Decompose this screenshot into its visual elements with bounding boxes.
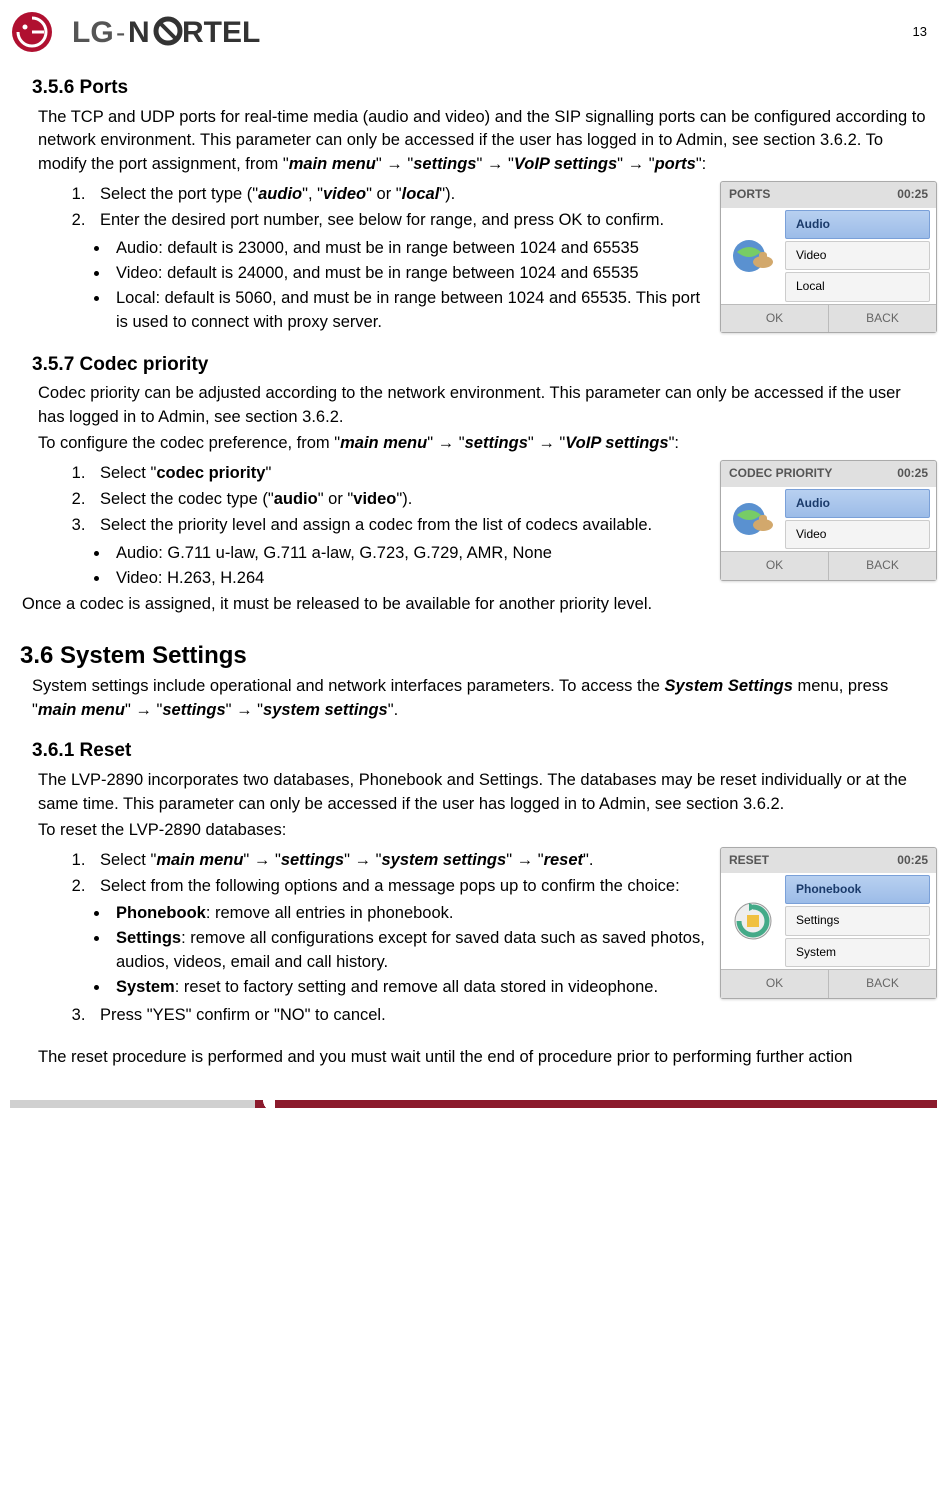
codec-widget-time: 00:25: [897, 465, 928, 482]
ports-item-video[interactable]: Video: [785, 241, 930, 270]
reset-item-phonebook[interactable]: Phonebook: [785, 875, 930, 904]
reset-ok-button[interactable]: OK: [721, 969, 829, 997]
heading-356: 3.5.6 Ports: [32, 74, 937, 102]
heading-361: 3.6.1 Reset: [32, 737, 937, 765]
globe-icon: [721, 208, 785, 304]
step-361-1: Select "main menu" → "settings" → "syste…: [90, 849, 712, 873]
tail-361: The reset procedure is performed and you…: [38, 1046, 927, 1070]
ports-ok-button[interactable]: OK: [721, 304, 829, 332]
ports-item-audio[interactable]: Audio: [785, 210, 930, 239]
reset-widget-title: RESET: [729, 852, 769, 869]
codec-back-button[interactable]: BACK: [829, 551, 936, 579]
footer-bar: [10, 1100, 937, 1108]
codec-item-video[interactable]: Video: [785, 520, 930, 549]
reset-item-system[interactable]: System: [785, 938, 930, 967]
bullet-361-settings: Settings: remove all configurations exce…: [110, 927, 712, 975]
svg-text:-: -: [116, 17, 125, 48]
bullet-356-video: Video: default is 24000, and must be in …: [110, 262, 712, 286]
ports-item-local[interactable]: Local: [785, 272, 930, 301]
tail-357: Once a codec is assigned, it must be rel…: [22, 593, 702, 617]
ports-back-button[interactable]: BACK: [829, 304, 936, 332]
refresh-icon: [721, 873, 785, 969]
step-361-3: Press "YES" confirm or "NO" to cancel.: [90, 1004, 712, 1028]
intro-356: The TCP and UDP ports for real-time medi…: [38, 106, 927, 178]
bullet-356-local: Local: default is 5060, and must be in r…: [110, 287, 712, 335]
bullet-356-audio: Audio: default is 23000, and must be in …: [110, 237, 712, 261]
lg-nortel-logo: LG - N RTEL: [10, 10, 305, 54]
codec-ok-button[interactable]: OK: [721, 551, 829, 579]
p2-361: To reset the LVP-2890 databases:: [38, 819, 927, 843]
reset-widget-time: 00:25: [897, 852, 928, 869]
codec-widget-title: CODEC PRIORITY: [729, 465, 832, 482]
reset-item-settings[interactable]: Settings: [785, 906, 930, 935]
step-357-1: Select "codec priority": [90, 462, 712, 486]
p-36: System settings include operational and …: [32, 675, 927, 723]
reset-widget: RESET 00:25 Phonebook Settings System: [720, 847, 937, 999]
step-357-2: Select the codec type ("audio" or "video…: [90, 488, 712, 512]
step-357-3: Select the priority level and assign a c…: [90, 514, 712, 538]
svg-text:N: N: [128, 16, 150, 49]
reset-back-button[interactable]: BACK: [829, 969, 936, 997]
codec-widget: CODEC PRIORITY 00:25 Audio Video: [720, 460, 937, 581]
page-number: 13: [913, 23, 927, 42]
step-356-2: Enter the desired port number, see below…: [90, 209, 712, 233]
bullet-357-audio: Audio: G.711 u-law, G.711 a-law, G.723, …: [110, 542, 712, 566]
ports-widget: PORTS 00:25 Audio Video Local: [720, 181, 937, 333]
p2-357: To configure the codec preference, from …: [38, 432, 927, 456]
p1-361: The LVP-2890 incorporates two databases,…: [38, 769, 927, 817]
svg-text:RTEL: RTEL: [182, 16, 260, 49]
heading-36: 3.6 System Settings: [20, 639, 937, 674]
ports-widget-time: 00:25: [897, 186, 928, 203]
codec-item-audio[interactable]: Audio: [785, 489, 930, 518]
bullet-361-phonebook: Phonebook: remove all entries in phonebo…: [110, 902, 712, 926]
globe-icon: [721, 487, 785, 552]
step-361-2: Select from the following options and a …: [90, 875, 712, 899]
svg-text:LG: LG: [72, 16, 114, 49]
p1-357: Codec priority can be adjusted according…: [38, 382, 927, 430]
step-356-1: Select the port type ("audio", "video" o…: [90, 183, 712, 207]
bullet-357-video: Video: H.263, H.264: [110, 567, 712, 591]
bullet-361-system: System: reset to factory setting and rem…: [110, 976, 712, 1000]
ports-widget-title: PORTS: [729, 186, 770, 203]
heading-357: 3.5.7 Codec priority: [32, 351, 937, 379]
